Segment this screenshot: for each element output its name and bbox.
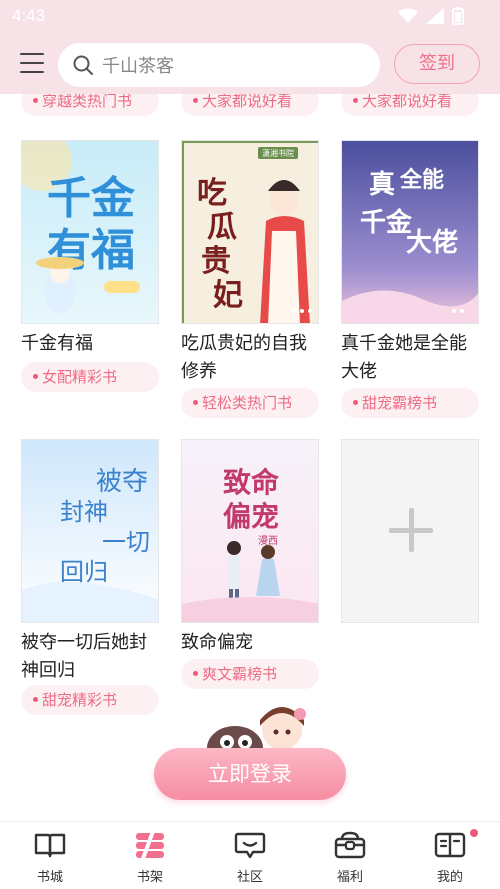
svg-text:潇湘书院: 潇湘书院 xyxy=(262,148,294,158)
chat-bubble-icon xyxy=(234,832,266,859)
svg-text:全能: 全能 xyxy=(399,167,444,193)
book-tag: 大家都说好看 xyxy=(341,94,479,116)
plus-icon xyxy=(409,508,414,552)
book-tag: 轻松类热门书 xyxy=(181,388,319,418)
battery-icon xyxy=(452,7,464,25)
tab-profile[interactable]: 我的 xyxy=(400,822,500,889)
svg-text:妃: 妃 xyxy=(213,278,243,313)
menu-button[interactable] xyxy=(20,53,44,75)
book-title[interactable]: 真千金她是全能大佬 xyxy=(341,330,481,386)
book-cover[interactable]: 被夺 封神 一切 回归 xyxy=(21,439,159,623)
book-tag: 女配精彩书 xyxy=(21,362,159,392)
signal-icon xyxy=(426,8,444,24)
tab-label: 书城 xyxy=(36,870,63,885)
status-bar: 4:43 xyxy=(0,0,500,34)
book-cover[interactable]: 千金 有福 xyxy=(21,140,159,324)
tab-label: 我的 xyxy=(436,870,463,885)
top-bar: 千山茶客 签到 xyxy=(0,34,500,94)
svg-text:致命: 致命 xyxy=(223,466,280,499)
add-book-button[interactable] xyxy=(341,439,479,623)
profile-book-icon xyxy=(434,832,466,858)
bookshelf-icon xyxy=(136,830,164,860)
tab-label: 书架 xyxy=(136,870,163,885)
svg-text:大佬: 大佬 xyxy=(406,228,458,258)
login-button[interactable]: 立即登录 xyxy=(154,748,346,800)
svg-text:贵: 贵 xyxy=(201,244,231,279)
book-cover[interactable]: 真 全能 千金 大佬 xyxy=(341,140,479,324)
status-icons xyxy=(398,7,464,25)
tab-label: 福利 xyxy=(336,870,363,885)
search-placeholder: 千山茶客 xyxy=(102,56,174,77)
book-open-icon xyxy=(34,833,66,858)
status-time: 4:43 xyxy=(12,6,46,25)
book-tag: 穿越类热门书 xyxy=(21,94,159,116)
gift-box-icon xyxy=(334,831,366,859)
menu-icon-line xyxy=(20,71,44,73)
svg-text:吃: 吃 xyxy=(197,176,227,211)
search-icon xyxy=(73,55,93,75)
svg-text:偏宠: 偏宠 xyxy=(223,500,279,533)
svg-text:被夺: 被夺 xyxy=(96,467,148,497)
book-title[interactable]: 致命偏宠 xyxy=(181,629,321,657)
svg-text:一切: 一切 xyxy=(102,528,150,556)
book-tag: 爽文霸榜书 xyxy=(181,659,319,689)
bottom-tab-bar: 书城 书架 社区 福利 我的 xyxy=(0,821,500,889)
notification-badge xyxy=(470,829,478,837)
book-cover[interactable]: 潇湘书院 吃 瓜 贵 妃 xyxy=(181,140,319,324)
wifi-icon xyxy=(398,8,418,23)
search-input[interactable]: 千山茶客 xyxy=(58,43,380,87)
svg-text:封神: 封神 xyxy=(60,498,108,526)
tab-community[interactable]: 社区 xyxy=(200,822,300,889)
svg-text:回归: 回归 xyxy=(60,558,108,586)
svg-text:真: 真 xyxy=(369,170,395,200)
book-title[interactable]: 千金有福 xyxy=(21,330,161,358)
book-title[interactable]: 被夺一切后她封神回归 xyxy=(21,629,161,685)
menu-icon-line xyxy=(20,62,44,64)
signin-button[interactable]: 签到 xyxy=(394,44,480,84)
tab-bookstore[interactable]: 书城 xyxy=(0,822,100,889)
tab-bookshelf[interactable]: 书架 xyxy=(100,822,200,889)
cover-title-text: 千金 xyxy=(47,173,136,224)
book-cover[interactable]: 致命 偏宠 漫西 xyxy=(181,439,319,623)
tab-label: 社区 xyxy=(236,870,263,885)
menu-icon-line xyxy=(20,53,44,55)
login-promo: 立即登录 xyxy=(0,700,500,820)
tab-welfare[interactable]: 福利 xyxy=(300,822,400,889)
book-title[interactable]: 吃瓜贵妃的自我修养 xyxy=(181,330,321,386)
svg-text:瓜: 瓜 xyxy=(207,210,237,245)
book-tag: 甜宠霸榜书 xyxy=(341,388,479,418)
book-tag: 大家都说好看 xyxy=(181,94,319,116)
